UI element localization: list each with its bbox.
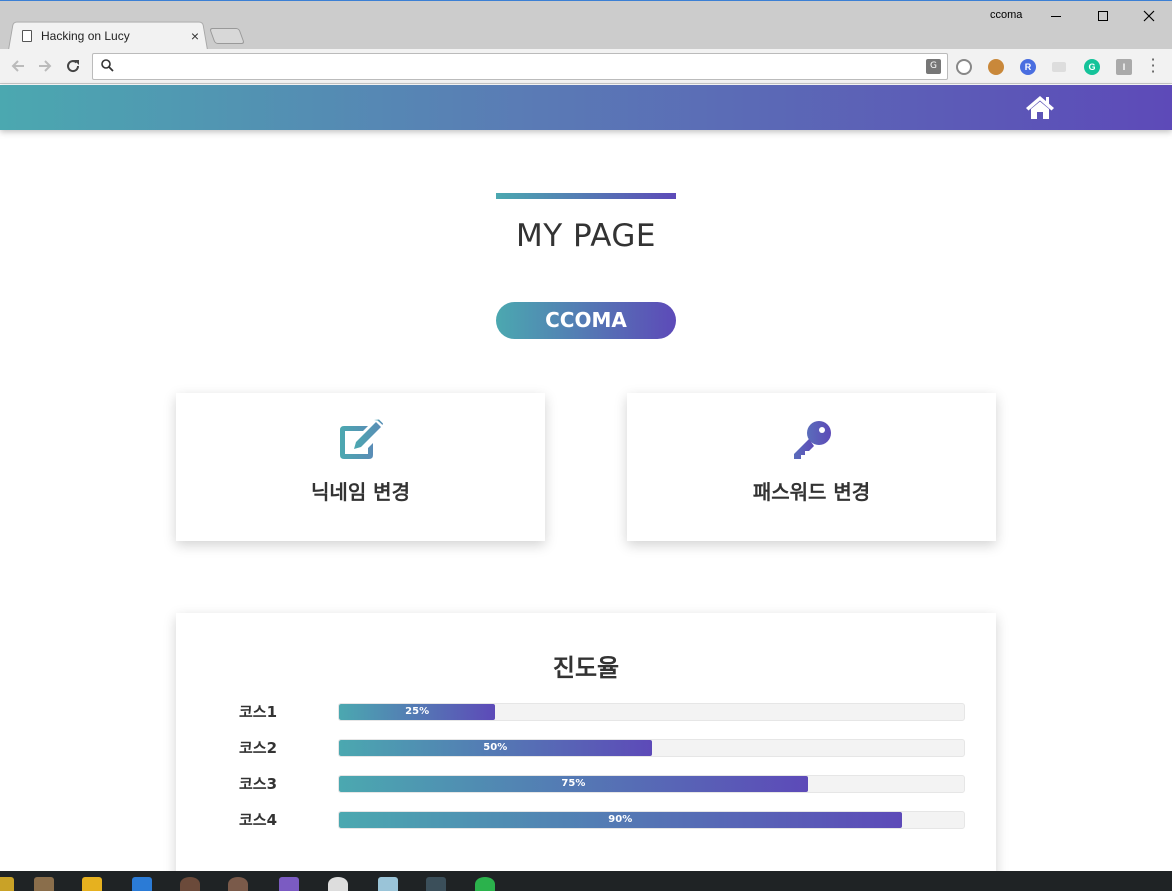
progress-track: 75%: [338, 775, 965, 793]
progress-track: 90%: [338, 811, 965, 829]
taskbar-app-icon[interactable]: [475, 877, 495, 891]
home-icon: [1026, 96, 1054, 119]
site-navbar: [0, 85, 1172, 130]
progress-fill: 50%: [339, 740, 652, 756]
close-icon: [1143, 10, 1155, 22]
browser-titlebar: Hacking on Lucy × ccoma: [0, 0, 1172, 50]
extension-grammarly-icon[interactable]: G: [1084, 59, 1100, 75]
course-label: 코스2: [239, 739, 278, 757]
extension-block-icon[interactable]: [956, 59, 972, 75]
reload-icon: [67, 60, 80, 73]
maximize-icon: [1098, 11, 1108, 21]
maximize-button[interactable]: [1080, 3, 1126, 29]
progress-title: 진도율: [552, 654, 620, 682]
course-label: 코스1: [239, 703, 278, 721]
profile-name[interactable]: ccoma: [990, 9, 1022, 21]
extension-cookie-icon[interactable]: [988, 59, 1004, 75]
change-password-card[interactable]: 패스워드 변경: [627, 393, 996, 541]
new-tab-button[interactable]: [209, 28, 245, 44]
change-nickname-label: 닉네임 변경: [311, 480, 410, 504]
course-label: 코스3: [239, 775, 278, 793]
taskbar-app-icon[interactable]: [34, 877, 54, 891]
progress-track: 25%: [338, 703, 965, 721]
back-button[interactable]: [8, 56, 28, 76]
progress-fill: 90%: [339, 812, 902, 828]
browser-tab-content[interactable]: Hacking on Lucy ×: [22, 25, 202, 47]
change-nickname-card[interactable]: 닉네임 변경: [176, 393, 545, 541]
address-bar[interactable]: G: [92, 53, 948, 80]
search-icon: [101, 59, 114, 72]
arrow-right-icon: [39, 60, 52, 72]
taskbar-app-icon[interactable]: [180, 877, 200, 891]
minimize-button[interactable]: [1033, 3, 1079, 29]
taskbar-app-icon[interactable]: [426, 877, 446, 891]
edit-icon: [340, 419, 383, 459]
key-icon: [794, 421, 831, 459]
taskbar-app-icon[interactable]: [328, 877, 348, 891]
change-password-label: 패스워드 변경: [752, 480, 871, 504]
taskbar-app-icon[interactable]: [228, 877, 248, 891]
progress-track: 50%: [338, 739, 965, 757]
home-button[interactable]: [1025, 94, 1055, 120]
taskbar-app-icon[interactable]: [378, 877, 398, 891]
tab-title: Hacking on Lucy: [41, 29, 130, 43]
extension-i-icon[interactable]: I: [1116, 59, 1132, 75]
browser-menu-icon[interactable]: · · ·: [1148, 52, 1158, 80]
translate-icon[interactable]: G: [926, 59, 941, 74]
close-window-button[interactable]: [1126, 3, 1172, 29]
progress-fill: 75%: [339, 776, 808, 792]
arrow-left-icon: [11, 60, 24, 72]
course-row: 코스2 50%: [176, 739, 996, 757]
course-row: 코스4 90%: [176, 811, 996, 829]
extension-cast-icon[interactable]: [1052, 62, 1066, 72]
tab-close-icon[interactable]: ×: [188, 28, 202, 44]
username-badge: CCOMA: [496, 302, 676, 339]
taskbar-app-icon[interactable]: [82, 877, 102, 891]
course-row: 코스1 25%: [176, 703, 996, 721]
minimize-icon: [1051, 15, 1061, 17]
taskbar-app-icon[interactable]: [132, 877, 152, 891]
extension-r-icon[interactable]: R: [1020, 59, 1036, 75]
course-row: 코스3 75%: [176, 775, 996, 793]
title-accent-bar: [496, 193, 676, 199]
forward-button[interactable]: [35, 56, 55, 76]
page-title: MY PAGE: [515, 218, 657, 254]
os-taskbar: [0, 871, 1172, 891]
browser-toolbar: G R G I · · ·: [0, 49, 1172, 84]
taskbar-app-icon[interactable]: [0, 877, 14, 891]
taskbar-app-icon[interactable]: [279, 877, 299, 891]
course-label: 코스4: [239, 811, 278, 829]
reload-button[interactable]: [63, 56, 83, 76]
progress-card: 진도율 코스1 25% 코스2 50% 코스3 75% 코스4 90%: [176, 613, 996, 891]
page-icon: [22, 30, 32, 42]
progress-fill: 25%: [339, 704, 496, 720]
